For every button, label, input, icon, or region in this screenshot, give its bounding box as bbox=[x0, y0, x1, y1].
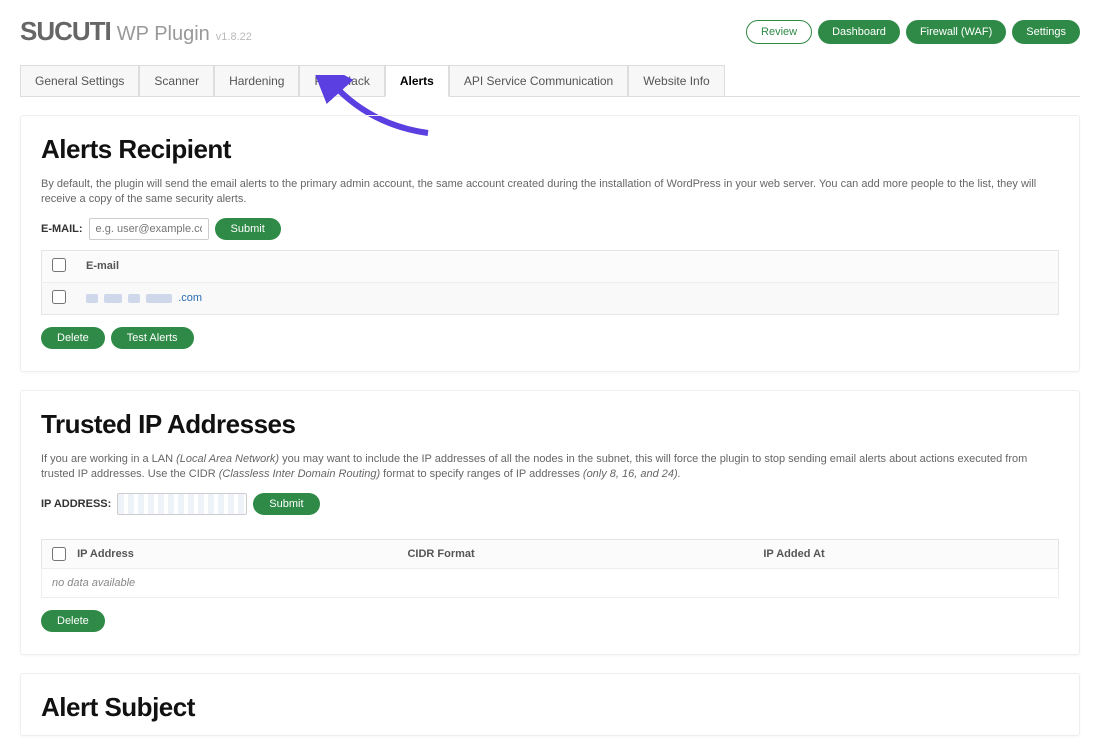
dashboard-button[interactable]: Dashboard bbox=[818, 20, 900, 44]
trusted-ip-nodata: no data available bbox=[41, 569, 1059, 598]
tab-post-hack[interactable]: Post-Hack bbox=[299, 65, 384, 97]
alert-subject-panel: Alert Subject bbox=[20, 673, 1080, 736]
alert-subject-title: Alert Subject bbox=[41, 692, 1059, 723]
trusted-ip-panel: Trusted IP Addresses If you are working … bbox=[20, 390, 1080, 655]
ip-label: IP ADDRESS: bbox=[41, 498, 111, 510]
redacted-segment bbox=[128, 294, 140, 303]
ip-input-row: IP ADDRESS: Submit bbox=[41, 493, 1059, 515]
email-row: .com bbox=[42, 282, 1059, 314]
settings-button[interactable]: Settings bbox=[1012, 20, 1080, 44]
delete-ip-button[interactable]: Delete bbox=[41, 610, 105, 632]
delete-recipient-button[interactable]: Delete bbox=[41, 327, 105, 349]
email-label: E-MAIL: bbox=[41, 223, 83, 235]
redacted-segment bbox=[104, 294, 122, 303]
email-submit-button[interactable]: Submit bbox=[215, 218, 281, 240]
ip-col-address: IP Address bbox=[77, 547, 134, 559]
logo-text: SUCUTI bbox=[20, 16, 111, 47]
redacted-segment bbox=[146, 294, 172, 303]
ip-col-added: IP Added At bbox=[753, 539, 1058, 568]
tab-api-service-communication[interactable]: API Service Communication bbox=[449, 65, 628, 97]
page-header: SUCUTI WP Plugin v1.8.22 Review Dashboar… bbox=[20, 16, 1080, 47]
review-button[interactable]: Review bbox=[746, 20, 812, 44]
header-button-group: Review Dashboard Firewall (WAF) Settings bbox=[746, 20, 1080, 44]
email-row-checkbox[interactable] bbox=[52, 290, 66, 304]
tab-general-settings[interactable]: General Settings bbox=[20, 65, 139, 97]
tab-website-info[interactable]: Website Info bbox=[628, 65, 724, 97]
alerts-recipient-description: By default, the plugin will send the ema… bbox=[41, 177, 1059, 208]
email-input-row: E-MAIL: Submit bbox=[41, 218, 1059, 240]
email-row-suffix: .com bbox=[178, 292, 202, 304]
ip-col-cidr: CIDR Format bbox=[397, 539, 753, 568]
trusted-ip-title: Trusted IP Addresses bbox=[41, 409, 1059, 440]
trusted-ip-button-row: Delete bbox=[41, 610, 1059, 632]
redacted-segment bbox=[86, 294, 98, 303]
tab-bar: General Settings Scanner Hardening Post-… bbox=[20, 65, 1080, 97]
ip-select-all-checkbox[interactable] bbox=[52, 547, 66, 561]
trusted-ip-table: IP Address CIDR Format IP Added At bbox=[41, 539, 1059, 569]
plugin-label: WP Plugin bbox=[117, 23, 210, 46]
brand-block: SUCUTI WP Plugin v1.8.22 bbox=[20, 16, 252, 47]
email-input[interactable] bbox=[89, 218, 209, 240]
ip-submit-button[interactable]: Submit bbox=[253, 493, 319, 515]
plugin-version: v1.8.22 bbox=[216, 31, 252, 43]
alerts-recipient-panel: Alerts Recipient By default, the plugin … bbox=[20, 115, 1080, 372]
email-recipients-table: E-mail .com bbox=[41, 250, 1059, 315]
email-col-header: E-mail bbox=[76, 250, 1059, 282]
ip-input[interactable] bbox=[117, 493, 247, 515]
firewall-button[interactable]: Firewall (WAF) bbox=[906, 20, 1006, 44]
tab-alerts[interactable]: Alerts bbox=[385, 65, 449, 97]
email-select-all-checkbox[interactable] bbox=[52, 258, 66, 272]
tab-hardening[interactable]: Hardening bbox=[214, 65, 299, 97]
alerts-recipient-button-row: Delete Test Alerts bbox=[41, 327, 1059, 349]
trusted-ip-description: If you are working in a LAN (Local Area … bbox=[41, 452, 1059, 483]
tab-scanner[interactable]: Scanner bbox=[139, 65, 214, 97]
alerts-recipient-title: Alerts Recipient bbox=[41, 134, 1059, 165]
test-alerts-button[interactable]: Test Alerts bbox=[111, 327, 194, 349]
